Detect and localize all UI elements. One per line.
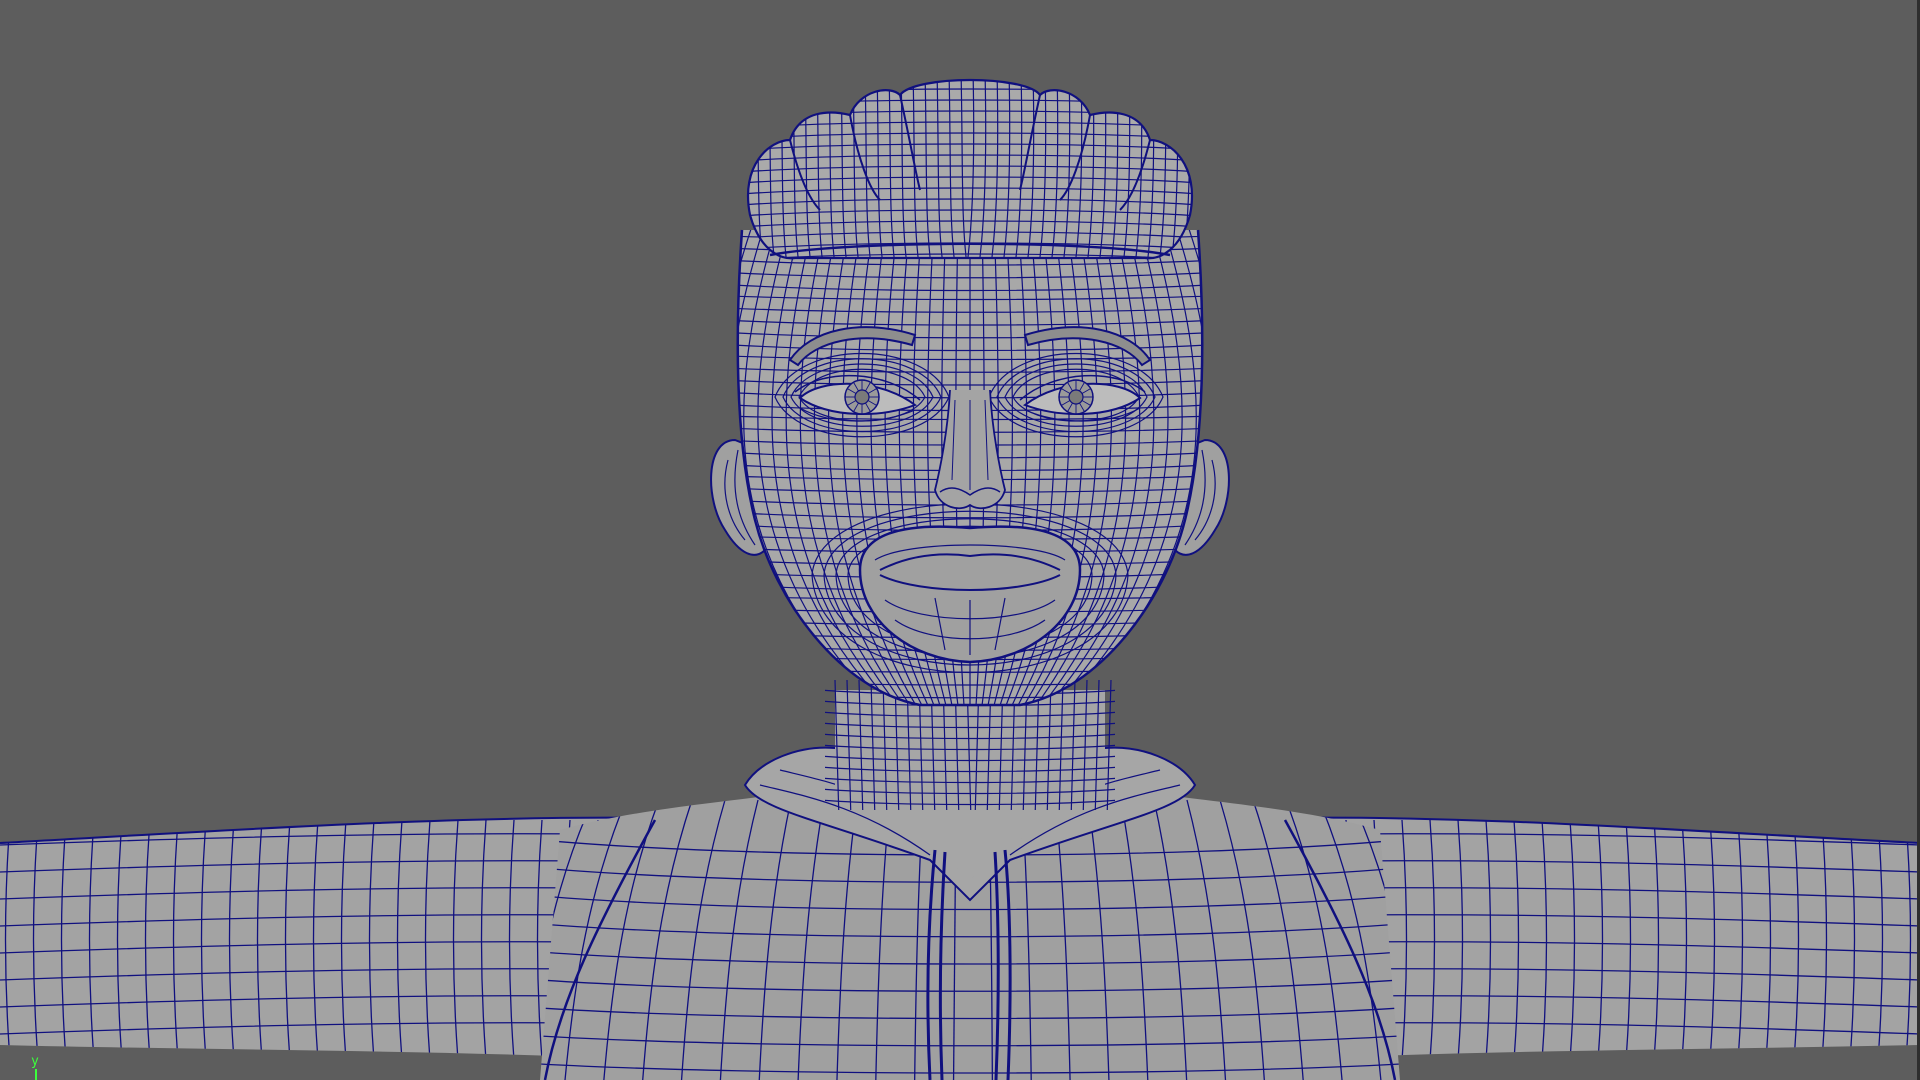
- hair: [747, 78, 1193, 260]
- axis-indicator: y: [30, 1055, 50, 1080]
- 3d-viewport[interactable]: y: [0, 0, 1920, 1080]
- character-mesh[interactable]: [0, 0, 1920, 1080]
- axis-y-label: y: [31, 1054, 39, 1069]
- axis-y-line: [35, 1069, 37, 1080]
